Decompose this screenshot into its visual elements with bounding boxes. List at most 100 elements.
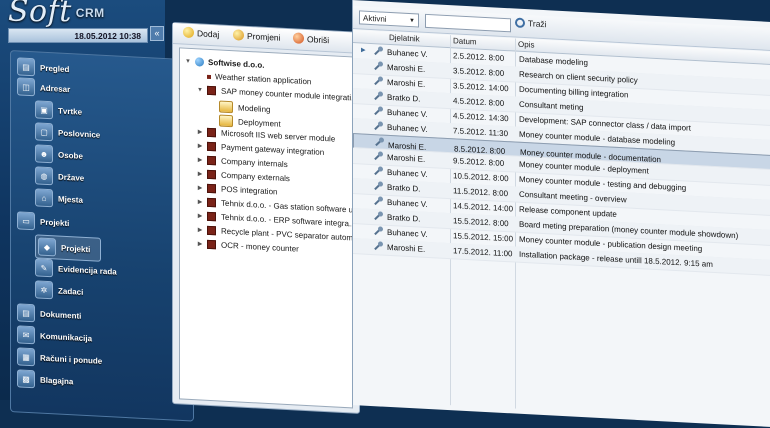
cell-date: 15.5.2012. 8:00 xyxy=(453,216,509,228)
search-input[interactable] xyxy=(425,14,511,33)
cell-date: 7.5.2012. 11:30 xyxy=(453,126,508,138)
tree-node[interactable]: ▼Softwise d.o.o. xyxy=(184,57,264,70)
search-icon xyxy=(515,18,525,29)
sidebar-item-9[interactable]: ✎Evidencija rada xyxy=(35,258,117,280)
wrench-icon xyxy=(373,196,383,207)
sidebar-item-8[interactable]: ◆ Projekti xyxy=(35,234,101,261)
project-icon: ◆ xyxy=(38,237,56,256)
tree-node-label: Tehnix d.o.o. - ERP software integra... xyxy=(221,213,353,229)
sidebar-item-4[interactable]: ☻Osobe xyxy=(35,144,83,165)
sidebar-item-13[interactable]: ▦Računi i ponude xyxy=(17,347,102,369)
tree-node-label: OCR - money counter xyxy=(221,241,299,254)
wrench-icon xyxy=(373,76,383,87)
wrench-icon xyxy=(373,91,383,102)
expand-right-icon[interactable]: ▶ xyxy=(196,128,204,135)
company-icon: ▣ xyxy=(35,100,53,119)
globe-icon: ◍ xyxy=(35,166,53,185)
cell-worker: Buhanec V. xyxy=(387,48,428,59)
sidebar-item-2[interactable]: ▣Tvrtke xyxy=(35,100,82,120)
cell-worker: Bratko D. xyxy=(387,213,420,224)
branch-icon: ▢ xyxy=(35,122,53,141)
tree-node-label: Company externals xyxy=(221,171,290,184)
column-header-description[interactable]: Opis xyxy=(518,40,534,50)
sidebar-item-11[interactable]: ▤ Dokumenti xyxy=(17,303,81,324)
expand-right-icon[interactable]: ▶ xyxy=(196,240,204,247)
tree-node[interactable]: ▶Microsoft IIS web server module xyxy=(196,127,335,143)
cell-date: 2.5.2012. 8:00 xyxy=(453,51,504,63)
sidebar-item-0[interactable]: ▤Pregled xyxy=(17,57,69,78)
add-button[interactable]: Dodaj xyxy=(183,27,219,40)
expand-right-icon[interactable]: ▶ xyxy=(196,226,204,233)
cell-date: 3.5.2012. 14:00 xyxy=(453,81,509,93)
edit-button[interactable]: Promjeni xyxy=(233,29,281,42)
add-icon xyxy=(183,27,194,39)
app-logo: Soft CRM xyxy=(8,0,105,28)
sidebar-item-label: Mjesta xyxy=(58,194,83,204)
delete-button[interactable]: Obriši xyxy=(293,32,329,45)
sidebar-item-6[interactable]: ⌂ Mjesta xyxy=(35,188,83,209)
cell-date: 14.5.2012. 14:00 xyxy=(453,201,513,213)
tree-node[interactable]: Modeling xyxy=(208,100,270,115)
cell-worker: Buhanec V. xyxy=(387,198,428,209)
sidebar-item-label: Evidencija rada xyxy=(58,264,117,276)
expand-right-icon[interactable]: ▶ xyxy=(196,212,204,219)
sidebar-item-5[interactable]: ◍Države xyxy=(35,166,84,187)
cell-date: 10.5.2012. 8:00 xyxy=(453,171,509,183)
tree-node-label: Tehnix d.o.o. - Gas station software u..… xyxy=(221,199,353,215)
logo-main: Soft xyxy=(8,0,72,29)
project-node-icon xyxy=(207,128,216,137)
tree-node-label: POS integration xyxy=(221,185,277,197)
collapse-sidebar-button[interactable]: « xyxy=(150,26,164,41)
cell-worker: Maroshi E. xyxy=(387,63,425,74)
tree-node[interactable]: ▶Company internals xyxy=(196,155,288,169)
sidebar-item-1[interactable]: ◫Adresar xyxy=(17,77,70,98)
tree-node[interactable]: ▶ POS integration xyxy=(196,183,277,196)
project-node-icon xyxy=(207,142,216,151)
sidebar-item-7[interactable]: ▭Projekti xyxy=(17,211,69,232)
project-node-icon xyxy=(207,184,216,193)
search-button[interactable]: Traži xyxy=(515,18,547,30)
sidebar-item-label: Dokumenti xyxy=(40,309,81,320)
cell-date: 4.5.2012. 14:30 xyxy=(453,111,509,123)
tree-node[interactable]: Weather station application xyxy=(196,71,311,86)
tree-node-label: Payment gateway integration xyxy=(221,143,324,157)
column-header-worker[interactable]: Djelatnik xyxy=(389,33,420,44)
wrench-icon-head xyxy=(378,166,383,171)
folder-icon: ▭ xyxy=(17,211,35,230)
tree-node-label: Recycle plant - PVC separator autom... xyxy=(221,227,353,243)
expand-down-icon[interactable]: ▼ xyxy=(184,58,192,64)
expand-right-icon[interactable]: ▶ xyxy=(196,184,204,191)
column-header-date[interactable]: Datum xyxy=(453,36,477,46)
wrench-icon xyxy=(373,166,383,177)
tree-node[interactable]: ▶ Company externals xyxy=(196,169,290,183)
tree-node[interactable]: Deployment xyxy=(208,114,281,130)
expand-right-icon[interactable]: ▶ xyxy=(196,170,204,177)
sidebar: SoftCRM 18.05.2012 10:38 « ▤Pregled◫Adre… xyxy=(0,0,165,400)
logo-sub: CRM xyxy=(76,6,105,20)
wrench-icon-head xyxy=(379,137,384,142)
location-icon: ⌂ xyxy=(35,188,53,207)
expand-right-icon[interactable]: ▶ xyxy=(196,198,204,205)
cell-worker: Maroshi E. xyxy=(387,78,425,89)
sidebar-item-label: Projekti xyxy=(61,243,90,254)
sidebar-item-12[interactable]: ✉Komunikacija xyxy=(17,325,92,347)
delete-icon xyxy=(293,32,304,44)
cell-desc: Consultant meting xyxy=(519,100,583,112)
cell-worker: Buhanec V. xyxy=(387,123,428,134)
edit-icon xyxy=(233,29,244,41)
sidebar-item-10[interactable]: ✲Zadaci xyxy=(35,280,83,301)
cell-worker: Buhanec V. xyxy=(387,108,428,119)
status-filter-select[interactable]: Aktivni▼ xyxy=(359,10,419,27)
cell-worker: Bratko D. xyxy=(387,183,420,194)
expand-right-icon[interactable]: ▶ xyxy=(196,156,204,163)
tree-node[interactable]: ▶ OCR - money counter xyxy=(196,239,299,253)
wrench-icon xyxy=(373,151,383,162)
document-icon: ▤ xyxy=(17,303,35,322)
expand-right-icon[interactable]: ▶ xyxy=(196,142,204,149)
sidebar-item-14[interactable]: ▩Blagajna xyxy=(17,369,73,390)
project-node-icon xyxy=(207,226,216,235)
cell-worker: Maroshi E. xyxy=(387,243,425,254)
tree-node[interactable]: ▶ Payment gateway integration xyxy=(196,141,324,157)
expand-down-icon[interactable]: ▼ xyxy=(196,87,204,93)
sidebar-item-3[interactable]: ▢Poslovnice xyxy=(35,122,100,143)
